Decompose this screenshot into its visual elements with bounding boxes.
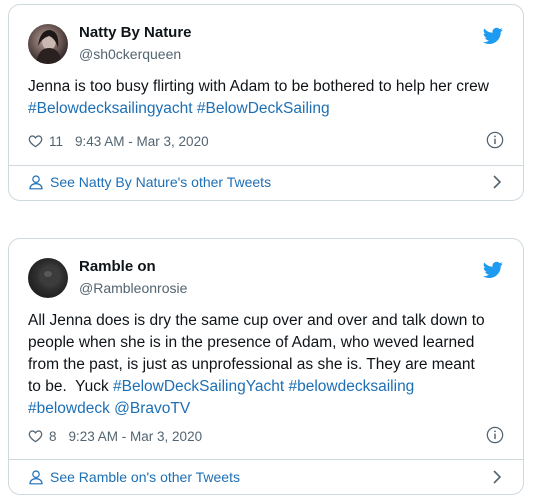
hashtag-link[interactable]: #Belowdecksailingyacht	[28, 100, 193, 117]
heart-icon[interactable]	[28, 429, 43, 443]
other-tweets-link[interactable]: See Natty By Nature's other Tweets	[28, 171, 504, 193]
twitter-bird-icon[interactable]	[483, 27, 503, 45]
other-tweets-label[interactable]: See Natty By Nature's other Tweets	[50, 174, 271, 190]
tweet-meta: 11 9:43 AM - Mar 3, 2020	[28, 131, 504, 151]
hashtag-link[interactable]: #BelowDeckSailingYacht #belowdecksailing	[113, 378, 414, 395]
author-handle[interactable]: @Rambleonrosie	[79, 280, 187, 296]
tweet-text-line: to be. Yuck	[28, 378, 114, 395]
like-count[interactable]: 11	[49, 134, 63, 149]
divider	[9, 165, 523, 166]
other-tweets-label[interactable]: See Ramble on's other Tweets	[50, 469, 240, 485]
tweet-card-2[interactable]: Ramble on @Rambleonrosie All Jenna does …	[8, 238, 524, 495]
other-tweets-link[interactable]: See Ramble on's other Tweets	[28, 466, 504, 488]
tweet-text: Jenna is too busy flirting with Adam to …	[28, 76, 504, 120]
tweet-card-1[interactable]: Natty By Nature @sh0ckerqueen Jenna is t…	[8, 4, 524, 201]
avatar[interactable]	[28, 258, 68, 298]
author-name[interactable]: Ramble on	[79, 258, 156, 275]
avatar[interactable]	[28, 24, 68, 64]
info-icon[interactable]	[486, 426, 504, 444]
author-name[interactable]: Natty By Nature	[79, 24, 192, 41]
info-icon[interactable]	[486, 131, 504, 149]
author-handle[interactable]: @sh0ckerqueen	[79, 46, 181, 62]
chevron-right-icon[interactable]	[490, 469, 504, 485]
heart-icon[interactable]	[28, 134, 43, 148]
tweet-meta: 8 9:23 AM - Mar 3, 2020	[28, 426, 504, 446]
hashtag-link[interactable]: #BelowDeckSailing	[197, 100, 330, 117]
tweet-text-line: All Jenna does is dry the same cup over …	[28, 312, 485, 329]
hashtag-link[interactable]: #belowdeck @BravoTV	[28, 400, 190, 417]
chevron-right-icon[interactable]	[490, 174, 504, 190]
person-icon	[29, 175, 43, 190]
timestamp[interactable]: 9:43 AM - Mar 3, 2020	[75, 134, 209, 149]
divider	[9, 459, 523, 460]
tweet-text: All Jenna does is dry the same cup over …	[28, 310, 504, 420]
person-icon	[29, 470, 43, 485]
tweet-text-body: Jenna is too busy flirting with Adam to …	[28, 78, 489, 95]
tweet-text-line: from the past, is just as unprofessional…	[28, 356, 475, 373]
timestamp[interactable]: 9:23 AM - Mar 3, 2020	[69, 429, 203, 444]
twitter-bird-icon[interactable]	[483, 261, 503, 279]
tweet-text-line: people when she is in the presence of Ad…	[28, 334, 475, 351]
like-count[interactable]: 8	[49, 429, 57, 444]
